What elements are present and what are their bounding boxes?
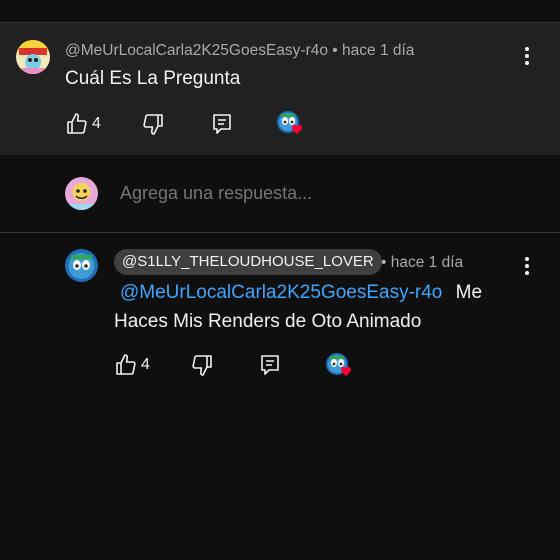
more-vert-icon[interactable] <box>517 254 537 278</box>
reply-text-tail: Me <box>455 282 483 303</box>
commenter-avatar[interactable] <box>16 40 50 74</box>
creator-heart <box>325 352 355 380</box>
like-button[interactable] <box>65 112 89 136</box>
panel-header <box>0 0 560 23</box>
thumbs-down-icon <box>143 114 163 135</box>
comments-panel: @MeUrLocalCarla2K25GoesEasy-r4o • hace 1… <box>0 0 560 560</box>
dislike-button[interactable] <box>190 353 214 377</box>
like-count: 4 <box>92 115 101 132</box>
comment-icon <box>261 355 279 375</box>
comment-author-line: @MeUrLocalCarla2K25GoesEasy-r4o • hace 1… <box>65 42 415 59</box>
creator-heart <box>276 110 306 138</box>
thumbs-up-icon <box>67 113 87 134</box>
dislike-button[interactable] <box>141 112 165 136</box>
reply-composer <box>0 155 560 233</box>
creator-heart-icon <box>277 111 303 134</box>
like-button[interactable] <box>114 353 138 377</box>
current-user-avatar <box>65 177 98 210</box>
comment-icon <box>213 114 231 134</box>
reply-button[interactable] <box>210 112 234 136</box>
thumbs-down-icon <box>192 355 212 376</box>
more-vert-icon[interactable] <box>517 44 537 68</box>
thumbs-up-icon <box>116 354 136 375</box>
reply-button[interactable] <box>258 353 282 377</box>
reply-input[interactable] <box>120 183 520 204</box>
reply-text-line-2: Haces Mis Renders de Oto Animado <box>114 311 422 332</box>
comment-text: Cuál Es La Pregunta <box>65 68 241 89</box>
reply-text-line-1: @MeUrLocalCarla2K25GoesEasy-r4o Me <box>120 282 482 304</box>
reply-timestamp: • hace 1 día <box>381 254 464 271</box>
highlighted-comment: @MeUrLocalCarla2K25GoesEasy-r4o • hace 1… <box>0 23 560 155</box>
mention-link[interactable]: @MeUrLocalCarla2K25GoesEasy-r4o <box>120 282 442 303</box>
reply-author-handle[interactable]: @S1LLY_THELOUDHOUSE_LOVER <box>114 249 382 275</box>
like-count: 4 <box>141 356 150 373</box>
creator-heart-icon <box>326 353 352 376</box>
replier-avatar[interactable] <box>65 249 98 282</box>
